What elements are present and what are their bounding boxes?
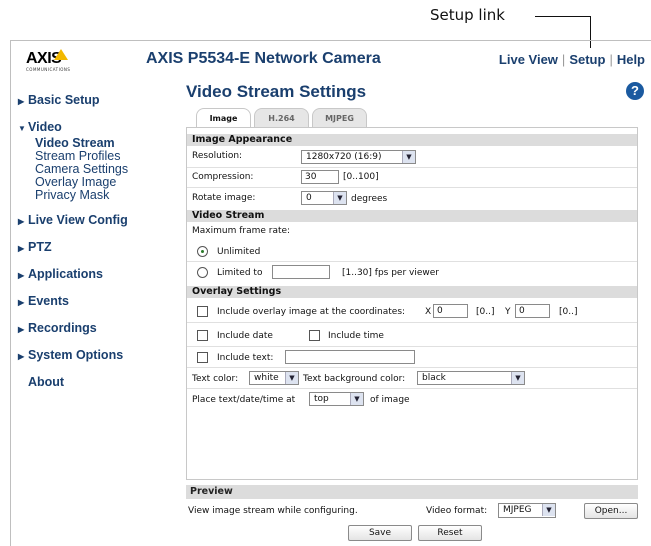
setup-link-callout: Setup link	[430, 6, 505, 24]
setup-link[interactable]: Setup	[569, 52, 605, 67]
sidebar-item-recordings[interactable]: ▶ Recordings	[18, 318, 178, 345]
compression-input[interactable]: 30	[301, 170, 339, 184]
sidebar-item-about[interactable]: About	[18, 372, 178, 399]
arrow-down-icon: ▼	[18, 124, 26, 133]
open-button[interactable]: Open...	[584, 503, 638, 519]
arrow-right-icon: ▶	[18, 298, 25, 307]
preview-description: View image stream while configuring.	[188, 506, 358, 516]
row-divider	[187, 346, 637, 347]
sidebar-subitem-privacy-mask[interactable]: Privacy Mask	[35, 189, 178, 202]
section-video-stream: Video Stream	[187, 210, 637, 222]
text-bg-color-label: Text background color:	[303, 374, 406, 384]
row-divider	[187, 322, 637, 323]
product-title: AXIS P5534-E Network Camera	[146, 50, 381, 67]
include-text-label: Include text:	[217, 353, 274, 363]
reset-button[interactable]: Reset	[418, 525, 482, 541]
chevron-down-icon: ▼	[402, 151, 415, 163]
rotate-label: Rotate image:	[192, 193, 256, 203]
place-text-suffix: of image	[370, 395, 410, 405]
include-text-checkbox[interactable]	[197, 352, 208, 363]
overlay-x-input[interactable]: 0	[433, 304, 468, 318]
section-preview: Preview	[186, 485, 638, 499]
include-date-checkbox[interactable]	[197, 330, 208, 341]
arrow-right-icon: ▶	[18, 97, 25, 106]
x-range: [0..]	[476, 307, 495, 317]
chevron-down-icon: ▼	[511, 372, 524, 384]
header: AXIS COMMUNICATIONS AXIS P5534-E Network…	[10, 40, 651, 78]
tab-mjpeg[interactable]: MJPEG	[312, 108, 367, 128]
video-subnav: Video Stream Stream Profiles Camera Sett…	[18, 137, 178, 202]
sidebar-item-video[interactable]: ▼ Video	[18, 117, 178, 137]
limited-label: Limited to	[217, 268, 263, 278]
compression-range: [0..100]	[343, 172, 379, 182]
include-text-input[interactable]	[285, 350, 415, 364]
include-time-label: Include time	[328, 331, 384, 341]
row-divider	[187, 167, 637, 168]
tab-h264[interactable]: H.264	[254, 108, 309, 128]
text-color-select[interactable]: white ▼	[249, 371, 299, 385]
arrow-right-icon: ▶	[18, 217, 25, 226]
video-format-label: Video format:	[426, 506, 488, 516]
unlimited-radio[interactable]	[197, 246, 208, 257]
limited-radio[interactable]	[197, 267, 208, 278]
x-label: X	[425, 307, 432, 317]
text-color-label: Text color:	[192, 374, 239, 384]
top-links: Live View | Setup | Help	[499, 52, 645, 67]
callout-line-horizontal	[535, 16, 590, 17]
overlay-y-input[interactable]: 0	[515, 304, 550, 318]
sidebar-item-applications[interactable]: ▶ Applications	[18, 264, 178, 291]
chevron-down-icon: ▼	[350, 393, 363, 405]
save-button[interactable]: Save	[348, 525, 412, 541]
place-text-label: Place text/date/time at	[192, 395, 296, 405]
sidebar: ▶ Basic Setup ▼ Video Video Stream Stream …	[18, 90, 178, 399]
link-separator: |	[609, 52, 613, 67]
sidebar-item-basic-setup[interactable]: ▶ Basic Setup	[18, 90, 178, 117]
y-range: [0..]	[559, 307, 578, 317]
arrow-right-icon: ▶	[18, 352, 25, 361]
arrow-right-icon: ▶	[18, 325, 25, 334]
compression-label: Compression:	[192, 172, 254, 182]
sidebar-item-events[interactable]: ▶ Events	[18, 291, 178, 318]
help-icon[interactable]: ?	[626, 82, 644, 100]
live-view-link[interactable]: Live View	[499, 52, 558, 67]
include-date-label: Include date	[217, 331, 273, 341]
section-image-appearance: Image Appearance	[187, 134, 637, 146]
include-overlay-image-label: Include overlay image at the coordinates…	[217, 307, 406, 317]
sidebar-item-ptz[interactable]: ▶ PTZ	[18, 237, 178, 264]
row-divider	[187, 367, 637, 368]
row-divider	[187, 388, 637, 389]
section-overlay-settings: Overlay Settings	[187, 286, 637, 298]
limited-fps-input[interactable]	[272, 265, 330, 279]
arrow-right-icon: ▶	[18, 244, 25, 253]
logo-subtext: COMMUNICATIONS	[26, 67, 71, 72]
logo-triangle-icon	[54, 49, 68, 60]
resolution-select[interactable]: 1280x720 (16:9) ▼	[301, 150, 416, 164]
row-divider	[187, 261, 637, 262]
sidebar-item-live-view-config[interactable]: ▶ Live View Config	[18, 210, 178, 237]
unlimited-label: Unlimited	[217, 247, 261, 257]
tab-bar: Image H.264 MJPEG	[196, 108, 370, 128]
y-label: Y	[505, 307, 511, 317]
link-separator: |	[561, 52, 566, 67]
max-frame-rate-label: Maximum frame rate:	[192, 226, 291, 236]
video-format-select[interactable]: MJPEG ▼	[498, 503, 556, 518]
include-time-checkbox[interactable]	[309, 330, 320, 341]
help-link[interactable]: Help	[617, 52, 645, 67]
rotate-select[interactable]: 0 ▼	[301, 191, 347, 205]
chevron-down-icon: ▼	[285, 372, 298, 384]
chevron-down-icon: ▼	[542, 504, 555, 516]
page-title: Video Stream Settings	[186, 82, 367, 101]
row-divider	[187, 187, 637, 188]
arrow-right-icon: ▶	[18, 271, 25, 280]
resolution-label: Resolution:	[192, 151, 243, 161]
settings-panel: Image Appearance Resolution: 1280x720 (1…	[186, 127, 638, 480]
sidebar-item-system-options[interactable]: ▶ System Options	[18, 345, 178, 372]
limited-range: [1..30] fps per viewer	[342, 268, 439, 278]
include-overlay-image-checkbox[interactable]	[197, 306, 208, 317]
rotate-unit: degrees	[351, 194, 388, 204]
tab-image[interactable]: Image	[196, 108, 251, 128]
text-bg-color-select[interactable]: black ▼	[417, 371, 525, 385]
chevron-down-icon: ▼	[333, 192, 346, 204]
place-text-select[interactable]: top ▼	[309, 392, 364, 406]
